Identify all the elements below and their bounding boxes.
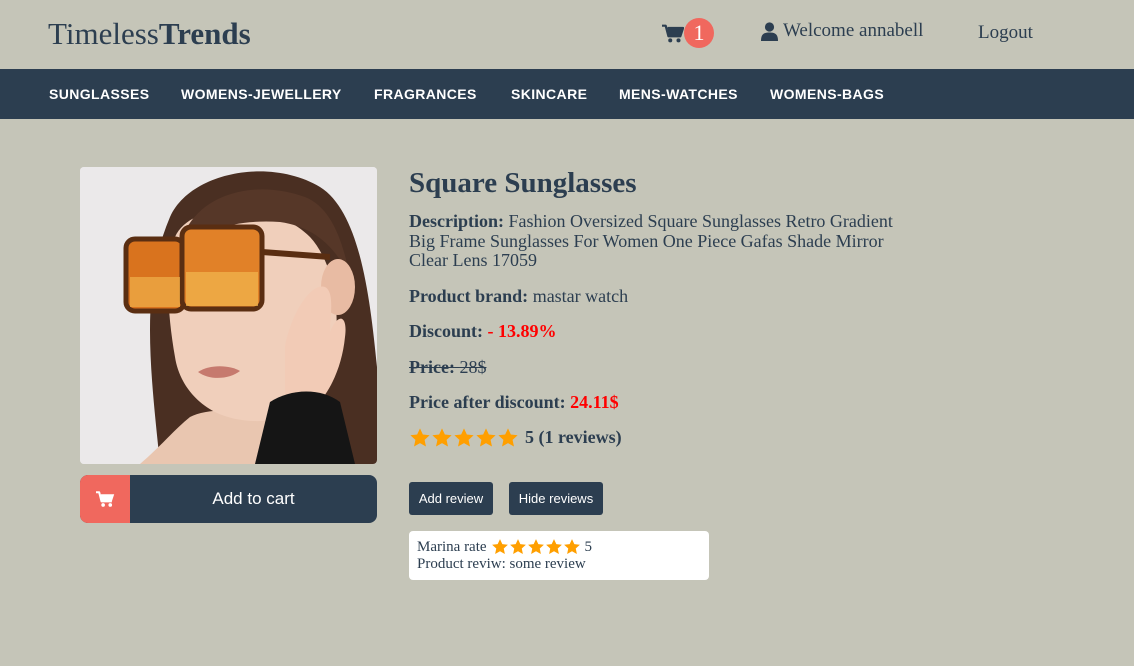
shopping-cart-icon	[95, 491, 114, 507]
rating-text: 5 (1 reviews)	[525, 427, 622, 447]
review-rating-value: 5	[584, 539, 593, 555]
logout-link[interactable]: Logout	[978, 22, 1033, 44]
product-rating: 5 (1 reviews)	[409, 427, 899, 449]
nav-item-skincare[interactable]: SKINCARE	[511, 86, 587, 102]
brand-value: mastar watch	[532, 285, 629, 306]
shopping-cart-icon	[662, 24, 684, 43]
star-icon	[432, 427, 452, 447]
logo-light-text: Timeless	[48, 16, 159, 51]
category-navbar: SUNGLASSES WOMENS-JEWELLERY FRAGRANCES S…	[0, 69, 1134, 119]
review-stars	[491, 538, 581, 556]
nav-item-womens-bags[interactable]: WOMENS-BAGS	[770, 86, 884, 102]
brand-label: Product brand:	[409, 285, 529, 306]
star-icon	[563, 539, 580, 554]
welcome-text: Welcome annabell	[783, 20, 924, 41]
product-brand: Product brand: mastar watch	[409, 285, 899, 307]
price-after-label: Price after discount:	[409, 392, 566, 412]
discount-value: - 13.89%	[487, 321, 557, 341]
site-logo[interactable]: TimelessTrends	[48, 16, 251, 52]
add-to-cart-button[interactable]: Add to cart	[80, 475, 377, 523]
product-title: Square Sunglasses	[409, 167, 637, 199]
review-card: Marina rate 5 Product reviw: some review	[409, 531, 709, 580]
nav-item-sunglasses[interactable]: SUNGLASSES	[49, 86, 149, 102]
product-original-price: Price: 28$	[409, 356, 899, 378]
nav-item-mens-watches[interactable]: MENS-WATCHES	[619, 86, 738, 102]
description-label: Description:	[409, 211, 504, 231]
user-icon	[761, 21, 778, 41]
price-label: Price:	[409, 356, 455, 377]
add-to-cart-icon-box	[80, 475, 130, 523]
logo-bold-text: Trends	[158, 16, 251, 51]
star-icon	[476, 427, 496, 447]
price-after-value: 24.11$	[570, 392, 619, 412]
product-details: Square Sunglasses Description: Fashion O…	[409, 167, 899, 449]
add-review-button[interactable]: Add review	[409, 482, 493, 515]
star-icon	[410, 427, 430, 447]
product-discount: Discount: - 13.89%	[409, 321, 899, 342]
review-rating-line: Marina rate 5	[417, 538, 701, 556]
nav-item-fragrances[interactable]: FRAGRANCES	[374, 86, 477, 102]
star-icon	[454, 427, 474, 447]
site-header: TimelessTrends 1 Welcome annabell Logout	[0, 0, 1134, 69]
review-text: Product reviw: some review	[417, 556, 586, 572]
welcome-user[interactable]: Welcome annabell	[761, 20, 923, 42]
star-icon	[545, 539, 562, 554]
star-icon	[509, 539, 526, 554]
review-author-rate: Marina rate	[417, 539, 487, 555]
rating-stars	[409, 427, 519, 449]
product-description: Description: Fashion Oversized Square Su…	[409, 211, 899, 271]
hide-reviews-button[interactable]: Hide reviews	[509, 482, 603, 515]
cart-button[interactable]: 1	[662, 18, 714, 48]
star-icon	[491, 539, 508, 554]
star-icon	[498, 427, 518, 447]
add-to-cart-label: Add to cart	[212, 489, 295, 508]
price-value: 28$	[459, 356, 487, 377]
product-photo-illustration	[80, 167, 377, 464]
product-price-after-discount: Price after discount: 24.11$	[409, 392, 899, 413]
nav-item-womens-jewellery[interactable]: WOMENS-JEWELLERY	[181, 86, 342, 102]
cart-count-badge: 1	[684, 18, 714, 48]
product-image	[80, 167, 377, 464]
star-icon	[527, 539, 544, 554]
discount-label: Discount:	[409, 321, 484, 341]
